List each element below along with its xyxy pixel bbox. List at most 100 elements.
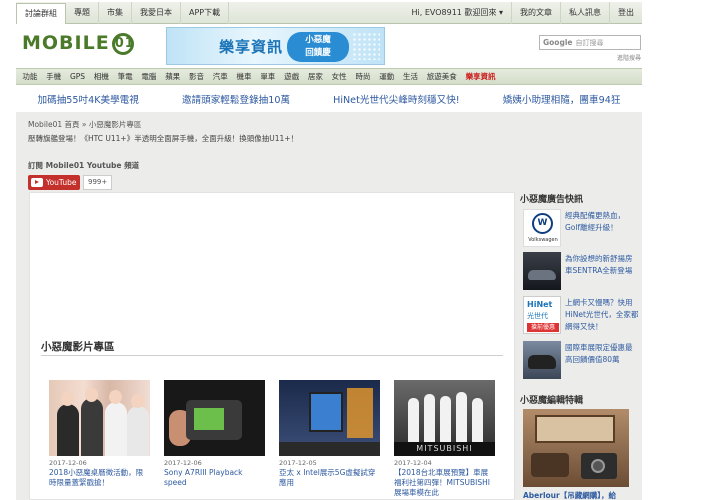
thumb-figure [472,398,483,442]
car-ad-image[interactable] [523,341,561,379]
video-thumbnail[interactable] [164,380,265,456]
category-item[interactable]: 相機 [89,71,113,82]
feature-image[interactable] [523,409,629,487]
ad-text[interactable]: 國際車展限定優惠最高回饋價值80萬 [565,342,639,366]
top-nav-bar: 討論群組 專題 市集 我愛日本 APP下載 Hi, EVO8911 歡迎回來 ▾… [16,1,642,24]
announcement-text[interactable]: 壓轉旗艦登場！《HTC U11+》半透明全面屏手機，全面升級！換頭像抽U11+！ [28,133,298,144]
category-item[interactable]: 電腦 [137,71,161,82]
tab-market[interactable]: 市集 [99,1,132,24]
my-posts-link[interactable]: 我的文章 [511,1,560,24]
video-thumbnail[interactable] [279,380,380,456]
video-title[interactable]: 【2018台北車展預覽】車展福利社第四彈！MITSUBISHI展場車模在此 [394,468,495,498]
volkswagen-ad-image[interactable]: W Volkswagen [523,209,561,247]
promo-link[interactable]: 嬌姨小助理相隨，團車94狂 [503,92,621,106]
thumb-display [309,392,343,432]
ad-text[interactable]: 上網卡又慢嗎？快用HiNet光世代，全家都網得又快！ [565,297,639,333]
category-item[interactable]: 手機 [42,71,66,82]
category-item[interactable]: 蘋果 [161,71,185,82]
sidebar: 小惡魔廣告快訊 W Volkswagen 經典配備更熱血，Golf離經升級！ 為… [519,192,639,500]
brand-name: Volkswagen [528,237,558,243]
section-divider [41,355,503,356]
video-title[interactable]: Sony A7RIII Playback speed [164,468,265,488]
tab-app-download[interactable]: APP下載 [181,1,230,24]
sidebar-ad[interactable]: 為你設想的新舒揚房車SENTRA全新登場 [523,252,639,294]
tab-forum-groups[interactable]: 討論群組 [16,2,66,24]
private-messages-link[interactable]: 私人訊息 [560,1,609,24]
video-title[interactable]: 亞太 x Intel展示5G虛擬試穿應用 [279,468,380,488]
advanced-search-link[interactable]: 進階搜尋 [617,53,641,62]
breadcrumb[interactable]: Mobile01 首頁 » 小惡魔影片專區 [28,119,141,130]
search-placeholder: 自訂搜尋 [575,38,604,47]
thumb-figure [105,402,127,456]
video-card[interactable]: MITSUBISHI 2017-12-04 【2018台北車展預覽】車展福利社第… [394,380,495,498]
category-item[interactable]: 時尚 [351,71,375,82]
video-card[interactable]: 2017-12-05 亞太 x Intel展示5G虛擬試穿應用 [279,380,380,488]
category-item[interactable]: 功能 [18,71,42,82]
hinet-subbrand: 光世代 [527,312,548,320]
category-item[interactable]: 旅遊美食 [422,71,461,82]
banner-badge-line1: 小惡魔 [305,35,331,45]
ad-text[interactable]: 經典配備更熱血，Golf離經升級！ [565,210,639,234]
car-ad-image[interactable] [523,252,561,290]
thumb-figure [408,398,419,442]
banner-dots-decoration [352,32,380,60]
banner-badge-line2: 回饋慶 [305,48,331,58]
tab-japan[interactable]: 我愛日本 [132,1,181,24]
thumb-floor [279,442,380,456]
ad-text[interactable]: 為你設想的新舒揚房車SENTRA全新登場 [565,253,639,277]
category-item[interactable]: 筆電 [113,71,137,82]
video-thumbnail[interactable] [49,380,150,456]
hinet-ad-image[interactable]: HiNet 光世代 搶前優惠 [523,296,561,334]
logout-link[interactable]: 登出 [609,1,642,24]
video-list: 2017-12-06 2018小惡魔桌曆徵活動，限時限量蓋緊戳搶！ 2017-1… [49,380,509,500]
section-title: 小惡魔影片專區 [41,341,115,353]
feature-caption[interactable]: Aberlour【吊藏網購】，給 [523,490,616,500]
banner-headline: 樂享資訊 [219,38,284,56]
subscribe-label: 訂閱 Mobile01 Youtube 頻道 [28,161,140,170]
category-nav: 功能 手機 GPS 相機 筆電 電腦 蘋果 影音 汽車 機車 單車 遊戲 居家 … [16,68,642,85]
promo-link[interactable]: HiNet光世代尖峰時刻穩又快! [333,92,460,106]
category-item[interactable]: 運動 [375,71,399,82]
youtube-subscribe-button[interactable]: YouTube [28,175,80,190]
content-area: Mobile01 首頁 » 小惡魔影片專區 壓轉旗艦登場！《HTC U11+》半… [16,112,642,500]
sidebar-ad[interactable]: W Volkswagen 經典配備更熱血，Golf離經升級！ [523,209,639,251]
sidebar-ad[interactable]: HiNet 光世代 搶前優惠 上網卡又慢嗎？快用HiNet光世代，全家都網得又快… [523,296,639,338]
thumb-figure [456,392,467,442]
category-item[interactable]: 影音 [185,71,209,82]
banner-badge: 小惡魔 回饋慶 [287,32,349,62]
search-input[interactable]: Google 自訂搜尋 [539,35,641,50]
user-menu: Hi, EVO8911 歡迎回來 ▾ 我的文章 私人訊息 登出 [404,1,642,24]
site-logo[interactable]: MOBILE 01 [22,32,134,55]
tab-topics[interactable]: 專題 [66,1,99,24]
video-card[interactable]: 2017-12-06 Sony A7RIII Playback speed [164,380,265,488]
youtube-play-icon [31,178,43,187]
category-item[interactable]: 居家 [303,71,327,82]
logo-01-badge: 01 [111,32,134,55]
category-item[interactable]: 遊戲 [280,71,304,82]
promo-link[interactable]: 加碼抽55吋4K美學電視 [38,92,139,106]
video-thumbnail[interactable]: MITSUBISHI [394,380,495,456]
category-item[interactable]: 女性 [327,71,351,82]
thumb-figure [424,394,435,442]
video-title[interactable]: 2018小惡魔桌曆徵活動，限時限量蓋緊戳搶！ [49,468,150,488]
header-banner-ad[interactable]: 樂享資訊 小惡魔 回饋慶 [166,27,385,65]
ad-news-title: 小惡魔廣告快訊 [520,195,584,205]
feature-title: 小惡魔編輯特輯 [520,396,584,406]
category-item[interactable]: 機車 [232,71,256,82]
promo-link[interactable]: 邀請頭家輕鬆登錄抽10萬 [182,92,290,106]
thumb-figure [440,396,451,442]
video-card[interactable]: 2017-12-06 2018小惡魔桌曆徵活動，限時限量蓋緊戳搶！ [49,380,150,488]
video-date: 2017-12-05 [279,459,317,467]
category-item[interactable]: 生活 [399,71,423,82]
subscriber-count: 999+ [83,175,113,190]
sidebar-ad[interactable]: 國際車展限定優惠最高回饋價值80萬 [523,341,639,383]
category-item[interactable]: 單車 [256,71,280,82]
page: 討論群組 專題 市集 我愛日本 APP下載 Hi, EVO8911 歡迎回來 ▾… [0,0,720,500]
category-item[interactable]: 汽車 [208,71,232,82]
video-date: 2017-12-06 [49,459,87,467]
site-header: MOBILE 01 樂享資訊 小惡魔 回饋慶 Google 自訂搜尋 進階搜尋 [16,24,642,68]
category-item[interactable]: GPS [66,72,90,81]
category-item-highlight[interactable]: 樂享資訊 [461,71,500,82]
youtube-label: YouTube [46,178,77,187]
user-greeting-dropdown[interactable]: Hi, EVO8911 歡迎回來 ▾ [404,2,511,24]
